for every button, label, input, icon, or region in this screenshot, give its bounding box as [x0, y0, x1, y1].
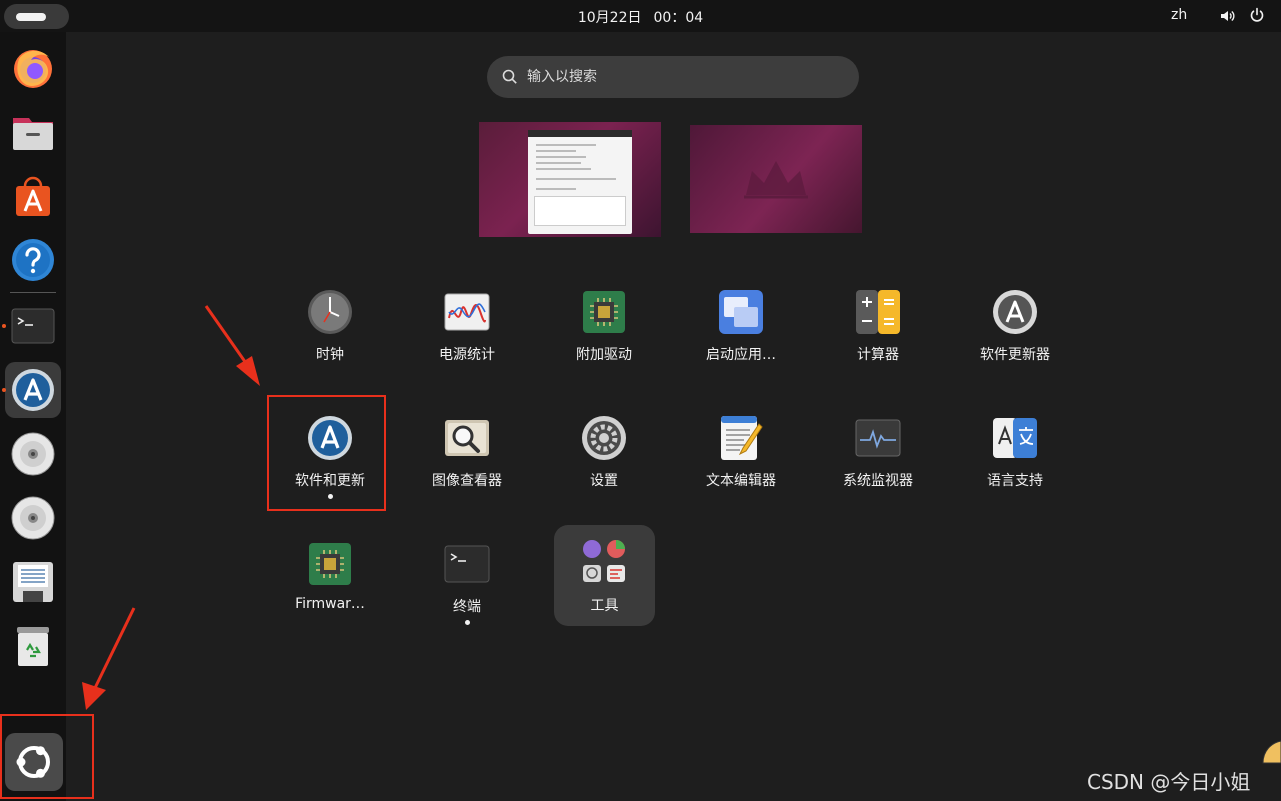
app-power-stats[interactable]: 电源统计 — [407, 274, 527, 382]
app-label: 启动应用… — [706, 347, 776, 363]
chip-icon — [583, 291, 625, 333]
search-icon — [502, 69, 517, 84]
clock-date: 10月22日 — [577, 10, 642, 26]
dock-item-terminal[interactable] — [5, 298, 61, 354]
dock-item-floppy[interactable] — [5, 554, 61, 610]
app-system-monitor[interactable]: 系统监视器 — [818, 400, 938, 508]
app-label: 语言支持 — [987, 473, 1043, 489]
app-label: 终端 — [453, 599, 481, 615]
dock-item-software-properties[interactable] — [5, 362, 61, 418]
terminal-icon — [11, 308, 55, 344]
search-bar[interactable] — [487, 56, 859, 98]
folder-preview-icon — [583, 540, 625, 582]
app-label: 电源统计 — [439, 347, 495, 363]
software-updater-icon — [993, 290, 1037, 334]
app-label: Firmwar… — [295, 596, 365, 612]
dock-item-trash[interactable] — [5, 618, 61, 674]
app-settings[interactable]: 设置 — [544, 400, 664, 508]
workspace-thumbnail-2[interactable] — [690, 125, 862, 233]
top-bar: 10月22日 00：04 zh — [0, 0, 1281, 32]
gear-icon — [582, 416, 626, 460]
app-software-updater[interactable]: 软件更新器 — [955, 274, 1075, 382]
app-label: 设置 — [590, 473, 618, 489]
clock-button[interactable]: 10月22日 00：04 — [0, 7, 1281, 27]
running-indicator — [465, 620, 470, 625]
clock-time: 00：04 — [653, 10, 704, 26]
app-label: 图像查看器 — [432, 473, 502, 489]
app-label: 文本编辑器 — [706, 473, 776, 489]
dock-item-app-center[interactable] — [5, 168, 61, 224]
image-viewer-icon — [445, 420, 489, 456]
calculator-icon — [856, 290, 900, 334]
annotation-box-software-properties — [267, 395, 386, 511]
app-label: 软件更新器 — [980, 347, 1050, 363]
search-input[interactable] — [527, 56, 847, 98]
app-calculator[interactable]: 计算器 — [818, 274, 938, 382]
dock-item-firefox[interactable] — [5, 40, 61, 96]
power-statistics-icon — [444, 293, 490, 331]
trash-icon — [17, 627, 49, 666]
app-label: 系统监视器 — [843, 473, 913, 489]
help-icon — [12, 239, 54, 281]
annotation-box-show-apps — [0, 714, 94, 799]
running-indicator — [2, 388, 6, 392]
terminal-icon — [444, 545, 490, 583]
firmware-chip-icon — [309, 543, 351, 585]
watermark: CSDN @今日小姐 — [1087, 770, 1251, 794]
startup-apps-icon — [719, 290, 763, 334]
mascot-icon — [1262, 740, 1281, 764]
clock-icon — [308, 290, 352, 334]
cd-icon — [11, 432, 55, 476]
firefox-icon — [14, 50, 52, 88]
wallpaper-crown-icon — [744, 161, 808, 199]
app-additional-drivers[interactable]: 附加驱动 — [544, 274, 664, 382]
system-monitor-icon — [855, 419, 901, 457]
dock-separator — [10, 292, 56, 293]
running-indicator — [2, 324, 6, 328]
app-label: 计算器 — [857, 347, 899, 363]
app-folder-tools[interactable]: 工具 — [554, 525, 655, 626]
dock-item-files[interactable] — [5, 104, 61, 160]
text-editor-icon — [721, 416, 763, 460]
app-image-viewer[interactable]: 图像查看器 — [407, 400, 527, 508]
app-label: 附加驱动 — [576, 347, 632, 363]
app-startup-applications[interactable]: 启动应用… — [681, 274, 801, 382]
dock-item-cd-2[interactable] — [5, 490, 61, 546]
language-icon — [993, 418, 1037, 458]
cd-icon — [11, 496, 55, 540]
input-method-indicator[interactable]: zh — [1171, 7, 1187, 23]
volume-icon[interactable] — [1219, 8, 1235, 24]
power-icon[interactable] — [1249, 7, 1265, 23]
app-terminal[interactable]: 终端 — [407, 526, 527, 634]
app-label: 工具 — [590, 598, 619, 614]
workspace-thumbnail-1[interactable] — [479, 122, 661, 237]
app-firmware[interactable]: Firmwar… — [270, 526, 390, 634]
software-properties-icon — [12, 369, 54, 411]
annotation-arrow-icon — [204, 305, 260, 386]
app-clock[interactable]: 时钟 — [270, 274, 390, 382]
annotation-arrow-icon — [82, 607, 136, 710]
floppy-icon — [13, 562, 53, 602]
app-language-support[interactable]: 语言支持 — [955, 400, 1075, 508]
files-icon — [13, 118, 53, 150]
dock-item-cd-1[interactable] — [5, 426, 61, 482]
dock-item-help[interactable] — [5, 232, 61, 288]
window-thumbnail[interactable] — [528, 130, 632, 234]
dock — [0, 32, 66, 801]
app-text-editor[interactable]: 文本编辑器 — [681, 400, 801, 508]
app-center-icon — [16, 176, 50, 216]
app-label: 时钟 — [316, 347, 344, 363]
